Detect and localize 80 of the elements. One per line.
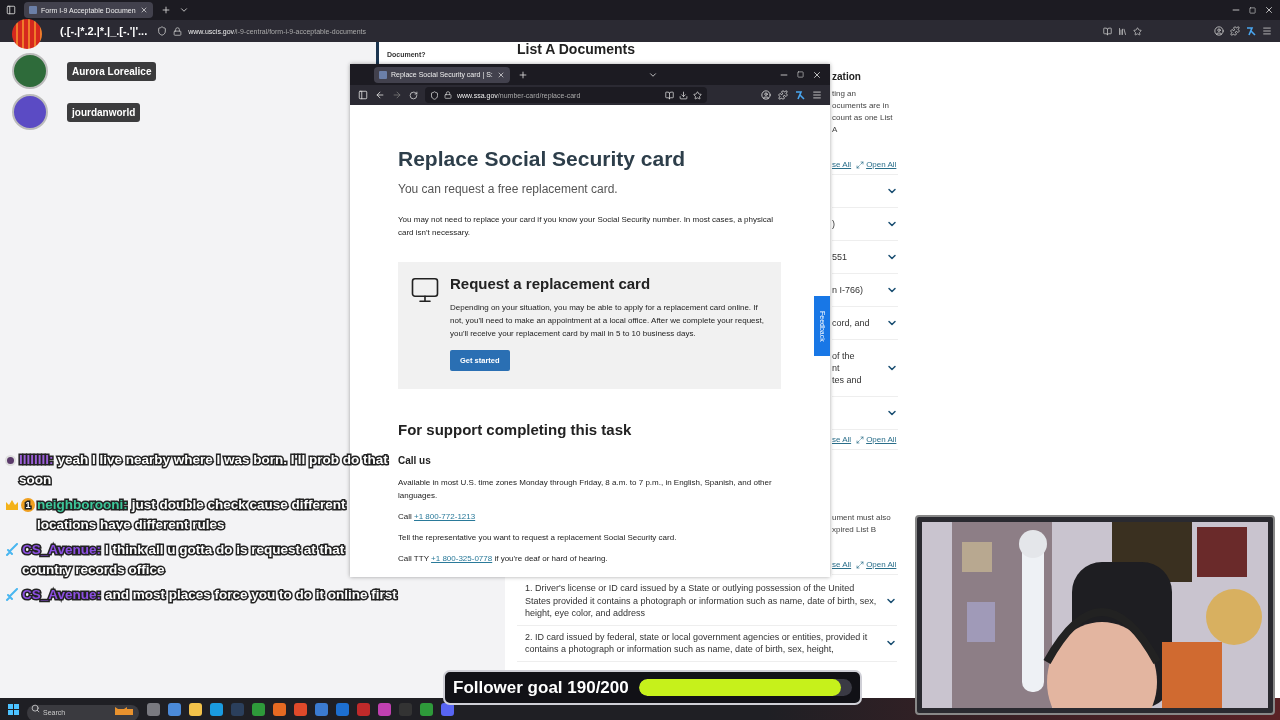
forward-icon[interactable] xyxy=(392,90,402,100)
app-icon[interactable] xyxy=(168,702,181,716)
accordion-row[interactable]: ) xyxy=(832,208,898,241)
accordion-row[interactable]: n I-766) xyxy=(832,274,898,307)
app-icon[interactable] xyxy=(189,702,202,716)
section-heading: List A Documents xyxy=(517,42,635,56)
app-icon[interactable] xyxy=(252,702,265,716)
page-subtitle: You can request a free replacement card. xyxy=(398,181,618,197)
reader-icon[interactable] xyxy=(1103,26,1112,36)
new-tab-icon[interactable] xyxy=(517,69,528,80)
library-icon[interactable] xyxy=(1118,26,1127,36)
expand-icon xyxy=(856,160,865,169)
card-heading: Request a replacement card xyxy=(450,275,651,293)
page-title: Replace Social Security card xyxy=(398,146,686,172)
accordion-row[interactable]: cord, and xyxy=(832,307,898,340)
reader-icon[interactable] xyxy=(665,90,674,100)
accordion-row[interactable]: 551 xyxy=(832,241,898,274)
extension-icon[interactable] xyxy=(795,90,805,100)
crown-icon xyxy=(5,499,19,511)
extensions-icon[interactable] xyxy=(1230,26,1240,36)
close-tab-icon[interactable] xyxy=(139,6,148,14)
chevron-down-icon[interactable] xyxy=(178,5,189,15)
close-all-link[interactable]: se All xyxy=(832,560,852,569)
app-icon[interactable] xyxy=(210,702,223,716)
windows-icon[interactable] xyxy=(8,703,19,715)
open-all-link[interactable]: Open All xyxy=(856,160,897,169)
back-icon[interactable] xyxy=(375,90,385,100)
shield-icon xyxy=(157,26,168,36)
paragraph-text: You may not need to replace your card if you know your Social Security number. In most cases, a physical card isn't necessary. xyxy=(398,214,774,239)
section-title: zation xyxy=(832,70,861,84)
account-icon[interactable] xyxy=(1214,26,1224,36)
download-icon[interactable] xyxy=(679,90,688,100)
maximize-icon[interactable] xyxy=(797,71,804,78)
paragraph-text: Call TTY +1 800-325-0778 if you're deaf or hard of hearing. xyxy=(398,553,608,565)
extension-icon[interactable] xyxy=(1246,26,1256,36)
accordion-row[interactable]: 2. ID card issued by federal, state or local government agencies or entities, provided it contains a photograph or information such as name, date of birth, sex, height, xyxy=(517,625,897,662)
accordion-row[interactable]: of the nt tes and xyxy=(832,340,898,397)
extensions-icon[interactable] xyxy=(778,90,788,100)
paragraph-text: ument must also xpired List B xyxy=(832,512,891,536)
new-tab-icon[interactable] xyxy=(160,5,171,15)
account-icon[interactable] xyxy=(761,90,771,100)
star-icon[interactable] xyxy=(693,90,702,100)
close-tab-icon[interactable] xyxy=(496,70,505,79)
sword-icon xyxy=(5,588,19,602)
close-all-link[interactable]: se All xyxy=(832,160,852,169)
app-icon[interactable] xyxy=(273,702,286,716)
paragraph-text: ting an ocuments are in count as one List A xyxy=(832,88,894,136)
app-icon[interactable] xyxy=(420,702,433,716)
follower-goal-label: Follower goal 190/200 xyxy=(453,677,629,698)
lock-icon xyxy=(444,91,452,99)
sidebar-icon[interactable] xyxy=(6,5,16,15)
shield-icon xyxy=(430,90,439,100)
close-icon[interactable] xyxy=(812,69,822,80)
search-icon xyxy=(31,704,40,713)
paragraph-text: Available in most U.S. time zones Monday through Friday, 8 a.m. to 7 p.m., in English, Spanish, and other languages. xyxy=(398,477,773,502)
phone-link[interactable]: +1 800-772-1213 xyxy=(414,512,476,521)
close-all-link[interactable]: se All xyxy=(832,435,852,444)
user-badge xyxy=(5,454,16,466)
menu-icon[interactable] xyxy=(812,90,822,100)
maximize-icon[interactable] xyxy=(1249,6,1256,14)
expand-icon xyxy=(856,560,865,569)
sidebar-icon[interactable] xyxy=(358,90,368,100)
expand-icon xyxy=(856,435,865,444)
menu-icon[interactable] xyxy=(1262,26,1272,36)
sword-icon xyxy=(5,543,19,557)
subheading: Call us xyxy=(398,455,431,466)
overlay-text: (.[-.|*.2.|*.|_.[-.'|'... xyxy=(60,25,148,37)
open-all-link[interactable]: Open All xyxy=(856,560,897,569)
close-icon[interactable] xyxy=(1264,5,1274,15)
star-icon[interactable] xyxy=(1133,26,1142,36)
phone-link[interactable]: +1 800-325-0778 xyxy=(431,554,493,563)
chat-message: CS_Avenue: and most places force you to do it online first xyxy=(22,586,397,605)
chat-message: neighborooni: just double check cause different locations have different rules xyxy=(37,496,348,534)
section-heading: For support completing this task xyxy=(398,421,632,439)
lock-icon xyxy=(173,26,183,36)
reload-icon[interactable] xyxy=(409,90,418,100)
paragraph-text: Depending on your situation, you may be able to apply for a replacement card online. If not, you'll need to make an appointment at a local office. After we complete your request, you'll receive your replacement card by mail in 5 to 10 business days. xyxy=(450,302,765,340)
paragraph-text: Tell the representative you want to request a replacement Social Security card. xyxy=(398,532,677,544)
open-all-link[interactable]: Open All xyxy=(856,435,897,444)
paragraph-text: Call +1 800-772-1213 xyxy=(398,511,476,523)
